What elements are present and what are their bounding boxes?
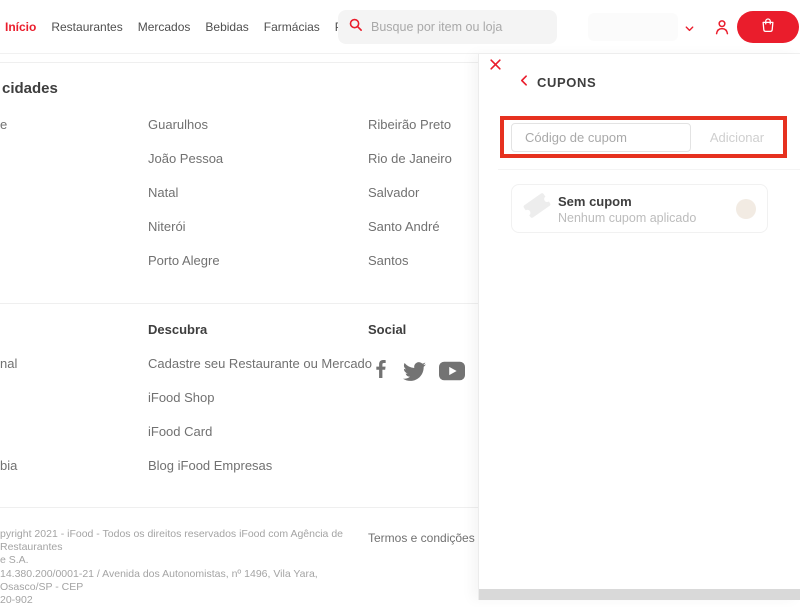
terms-link[interactable]: Termos e condições de	[368, 531, 491, 545]
close-icon[interactable]	[489, 58, 505, 74]
city-link-joao-pessoa[interactable]: João Pessoa	[148, 151, 223, 166]
city-link-niteroi[interactable]: Niterói	[148, 219, 186, 234]
top-navbar: Início Restaurantes Mercados Bebidas Far…	[0, 0, 800, 54]
chevron-down-icon[interactable]	[684, 21, 695, 39]
copyright-line: 20-902	[0, 594, 33, 607]
city-link-santos[interactable]: Santos	[368, 253, 408, 268]
footer-link-col1-row1[interactable]: nal	[0, 356, 17, 371]
section-divider	[0, 303, 478, 304]
search-placeholder: Busque por item ou loja	[371, 20, 503, 34]
section-divider	[0, 62, 478, 63]
city-link-ribeirao-preto[interactable]: Ribeirão Preto	[368, 117, 451, 132]
city-link-natal[interactable]: Natal	[148, 185, 178, 200]
city-link-salvador[interactable]: Salvador	[368, 185, 419, 200]
footer-divider	[0, 507, 478, 508]
search-icon	[348, 17, 363, 37]
city-link-santo-andre[interactable]: Santo André	[368, 219, 440, 234]
footer-link-ifood-card[interactable]: iFood Card	[148, 424, 212, 439]
city-link-guarulhos[interactable]: Guarulhos	[148, 117, 208, 132]
nav-item-bebidas[interactable]: Bebidas	[205, 20, 248, 34]
copyright-line: pyright 2021 - iFood - Todos os direitos…	[0, 528, 343, 554]
copyright-line: e S.A.	[0, 554, 29, 567]
footer-link-cadastre[interactable]: Cadastre seu Restaurante ou Mercado	[148, 356, 372, 371]
user-icon[interactable]	[712, 17, 732, 42]
nav-item-mercados[interactable]: Mercados	[138, 20, 191, 34]
bag-icon	[759, 16, 777, 39]
add-coupon-button[interactable]: Adicionar	[697, 123, 777, 152]
no-coupon-card[interactable]: Sem cupom Nenhum cupom aplicado	[511, 184, 768, 233]
horizontal-scrollbar[interactable]	[479, 589, 800, 600]
ticket-icon	[522, 192, 552, 219]
footer-link-blog-empresas[interactable]: Blog iFood Empresas	[148, 458, 272, 473]
copyright-line: 14.380.200/0001-21 / Avenida dos Autonom…	[0, 567, 318, 593]
nav-item-farmacias[interactable]: Farmácias	[264, 20, 320, 34]
cities-heading: cidades	[2, 80, 58, 97]
coupon-panel: CUPONS Adicionar Sem cupom Nenhum cupom …	[478, 54, 800, 600]
search-input[interactable]: Busque por item ou loja	[338, 10, 557, 44]
coupon-code-input[interactable]	[511, 123, 691, 152]
twitter-icon[interactable]	[403, 360, 427, 384]
footer-link-col1-row4[interactable]: bia	[0, 458, 17, 473]
address-select[interactable]	[588, 13, 678, 41]
no-coupon-radio[interactable]	[736, 199, 756, 219]
city-link-col1-row1[interactable]: e	[0, 117, 7, 132]
panel-divider	[498, 169, 800, 170]
no-coupon-subtitle: Nenhum cupom aplicado	[558, 211, 697, 225]
nav-item-restaurantes[interactable]: Restaurantes	[51, 20, 122, 34]
city-link-porto-alegre[interactable]: Porto Alegre	[148, 253, 220, 268]
cart-button[interactable]	[737, 11, 799, 43]
youtube-icon[interactable]	[439, 361, 465, 385]
facebook-icon[interactable]	[369, 357, 393, 381]
chevron-left-icon[interactable]	[518, 74, 531, 92]
discover-heading: Descubra	[148, 322, 208, 337]
city-link-rio-de-janeiro[interactable]: Rio de Janeiro	[368, 151, 452, 166]
social-heading: Social	[368, 322, 407, 337]
no-coupon-title: Sem cupom	[558, 194, 632, 209]
nav-item-inicio[interactable]: Início	[5, 20, 36, 34]
panel-title: CUPONS	[537, 75, 597, 90]
copyright-text: pyright 2021 - iFood - Todos os direitos…	[0, 528, 360, 607]
footer-link-ifood-shop[interactable]: iFood Shop	[148, 390, 215, 405]
